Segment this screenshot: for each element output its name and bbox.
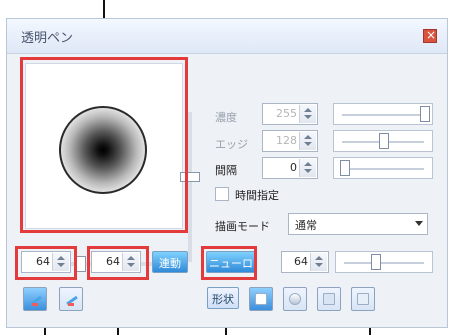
interval-slider-track [342, 168, 424, 170]
window-title: 透明ペン [21, 31, 74, 46]
size-slider-thumb[interactable] [371, 254, 381, 270]
link-button[interactable]: 連動 [152, 251, 188, 273]
shape-frame-button[interactable] [351, 287, 375, 311]
opacity-slider-thumb[interactable] [420, 106, 430, 122]
edge-value: 128 [276, 134, 297, 147]
opacity-spin-buttons[interactable] [299, 105, 316, 123]
time-checkbox[interactable] [215, 187, 229, 201]
edge-label: エッジ [215, 138, 248, 151]
shape-square-button[interactable] [249, 287, 273, 311]
opacity-slider[interactable] [333, 103, 433, 125]
width-highlight [15, 246, 77, 280]
opacity-label: 濃度 [215, 111, 237, 124]
mode-value: 通常 [295, 219, 317, 232]
edge-slider-thumb[interactable] [379, 133, 389, 149]
mode-highlight [201, 246, 257, 280]
pen-tool-button[interactable] [23, 287, 47, 311]
edge-stepper[interactable]: 128 [262, 130, 318, 152]
shape-frame-icon [357, 293, 369, 305]
title-bar: 透明ペン [7, 19, 447, 54]
interval-stepper[interactable]: 0 [262, 157, 318, 179]
size-slider-track [344, 262, 424, 264]
opacity-slider-track [342, 114, 424, 116]
size-slider[interactable] [335, 251, 433, 273]
opacity-value: 255 [276, 107, 297, 120]
mode-select[interactable]: 通常 [288, 213, 428, 235]
interval-label: 間隔 [215, 164, 237, 177]
pen-tool-button-alt[interactable] [59, 287, 83, 311]
size-spin-buttons[interactable] [310, 253, 327, 271]
height-highlight [87, 246, 149, 280]
opacity-stepper[interactable]: 255 [262, 103, 318, 125]
interval-slider-thumb[interactable] [340, 160, 350, 176]
size-value: 64 [294, 255, 308, 268]
interval-value: 0 [290, 161, 297, 174]
mode-label: 描画モード [215, 220, 270, 233]
close-icon[interactable] [423, 28, 437, 43]
pen-icon [65, 293, 79, 307]
preview-horizontal-handle[interactable] [76, 256, 86, 272]
shape-button[interactable]: 形状 [207, 287, 239, 309]
preview-highlight [20, 57, 188, 233]
interval-spin-buttons[interactable] [299, 159, 316, 177]
time-label: 時間指定 [235, 189, 279, 202]
chevron-down-icon [415, 221, 423, 226]
interval-slider[interactable] [333, 157, 433, 179]
shape-circle-icon [289, 293, 301, 305]
shape-block-icon [323, 293, 335, 305]
size-stepper[interactable]: 64 [281, 251, 329, 273]
edge-slider[interactable] [333, 130, 433, 152]
shape-circle-button[interactable] [283, 287, 307, 311]
edge-spin-buttons[interactable] [299, 132, 316, 150]
pen-icon [29, 293, 43, 307]
shape-square-icon [255, 293, 267, 305]
shape-block-button[interactable] [317, 287, 341, 311]
preview-vertical-track [188, 112, 192, 262]
